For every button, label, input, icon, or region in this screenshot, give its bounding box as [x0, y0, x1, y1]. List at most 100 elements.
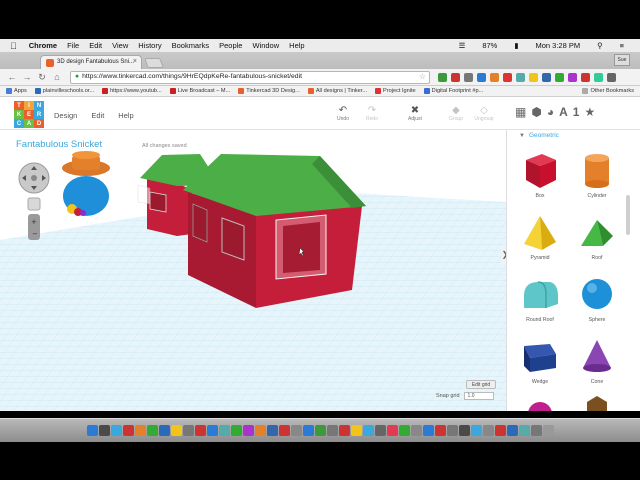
- menu-window[interactable]: Window: [252, 41, 279, 50]
- dock-app-icon[interactable]: [542, 425, 554, 436]
- dock-app-icon[interactable]: [206, 425, 218, 436]
- new-tab-button[interactable]: [144, 58, 164, 68]
- close-tab-icon[interactable]: ×: [133, 58, 137, 65]
- extension-icon[interactable]: [568, 72, 577, 82]
- dock-app-icon[interactable]: [254, 425, 266, 436]
- dock-app-icon[interactable]: [182, 425, 194, 436]
- extension-icon[interactable]: [503, 72, 512, 82]
- nav-edit[interactable]: Edit: [91, 111, 104, 120]
- menu-bookmarks[interactable]: Bookmarks: [172, 41, 210, 50]
- dock-app-icon[interactable]: [146, 425, 158, 436]
- ungroup-button[interactable]: ◇ Ungroup: [471, 105, 497, 122]
- dock-app-icon[interactable]: [482, 425, 494, 436]
- extension-icon[interactable]: [438, 72, 447, 82]
- dock-app-icon[interactable]: [194, 425, 206, 436]
- bookmark-item[interactable]: plainvilleschools.or...: [34, 88, 94, 94]
- dock-app-icon[interactable]: [530, 425, 542, 436]
- home-icon[interactable]: ⌂: [51, 72, 63, 82]
- design-title[interactable]: Fantabulous Snicket: [16, 139, 102, 150]
- number-one-icon[interactable]: 1: [573, 105, 580, 119]
- dock-app-icon[interactable]: [134, 425, 146, 436]
- orbit-control[interactable]: [18, 162, 50, 194]
- menu-edit[interactable]: Edit: [89, 41, 102, 50]
- search-icon[interactable]: ⚲: [597, 41, 603, 50]
- grid-view-icon[interactable]: ▦: [515, 105, 526, 119]
- dock-app-icon[interactable]: [398, 425, 410, 436]
- home-view-button[interactable]: [27, 197, 41, 211]
- battery-icon[interactable]: ▮: [514, 41, 518, 50]
- workspace-canvas[interactable]: + − Fantabulous Snicket All changes save…: [0, 130, 506, 411]
- dock-app-icon[interactable]: [422, 425, 434, 436]
- edit-grid-button[interactable]: Edit grid: [466, 380, 496, 389]
- dock-app-icon[interactable]: [434, 425, 446, 436]
- shape-cone[interactable]: Cone: [572, 336, 622, 385]
- dock-app-icon[interactable]: [278, 425, 290, 436]
- extension-icon[interactable]: [581, 72, 590, 82]
- dock-app-icon[interactable]: [470, 425, 482, 436]
- dock-app-icon[interactable]: [518, 425, 530, 436]
- battery-percent[interactable]: 87%: [482, 41, 497, 50]
- star-icon[interactable]: ★: [584, 105, 595, 119]
- dock-app-icon[interactable]: [302, 425, 314, 436]
- bookmark-star-icon[interactable]: ☆: [419, 72, 426, 81]
- extension-icon[interactable]: [464, 72, 473, 82]
- house-front[interactable]: [183, 154, 366, 308]
- shape-round-roof[interactable]: Round Roof: [515, 274, 565, 323]
- back-icon[interactable]: ←: [6, 72, 18, 82]
- nav-design[interactable]: Design: [54, 111, 77, 120]
- extension-icon[interactable]: [490, 72, 499, 82]
- menu-history[interactable]: History: [138, 41, 161, 50]
- extension-icon[interactable]: [529, 72, 538, 82]
- shape-sphere[interactable]: Sphere: [572, 274, 622, 323]
- wifi-icon[interactable]: ☰: [459, 41, 466, 50]
- dock-app-icon[interactable]: [314, 425, 326, 436]
- apple-icon[interactable]: : [10, 41, 17, 51]
- profile-button[interactable]: Sue: [614, 54, 630, 66]
- character-figure[interactable]: [62, 151, 110, 216]
- bookmark-item[interactable]: Tinkercad 3D Desig...: [238, 88, 300, 94]
- chrome-menu-icon[interactable]: [607, 72, 616, 82]
- address-bar[interactable]: ● https://www.tinkercad.com/things/9HrEQd…: [70, 70, 430, 84]
- dock-app-icon[interactable]: [374, 425, 386, 436]
- box-view-icon[interactable]: ⬢: [531, 105, 541, 119]
- category-header[interactable]: ▼ Geometric: [519, 132, 559, 139]
- menu-people[interactable]: People: [219, 41, 242, 50]
- dock-app-icon[interactable]: [170, 425, 182, 436]
- bookmark-item[interactable]: Digital Footprint #p...: [423, 88, 483, 94]
- menu-help[interactable]: Help: [289, 41, 304, 50]
- group-button[interactable]: ◆ Group: [443, 105, 469, 122]
- dock-app-icon[interactable]: [122, 425, 134, 436]
- zoom-in-icon[interactable]: +: [31, 218, 37, 226]
- menu-app-name[interactable]: Chrome: [29, 41, 57, 50]
- dock-app-icon[interactable]: [410, 425, 422, 436]
- globe-icon[interactable]: ◕: [547, 105, 554, 119]
- bookmark-item[interactable]: Live Broadcast – M...: [169, 88, 230, 94]
- dock-app-icon[interactable]: [494, 425, 506, 436]
- dock-app-icon[interactable]: [266, 425, 278, 436]
- shape-partial[interactable]: [515, 398, 565, 411]
- snap-grid-select[interactable]: 1.0: [463, 392, 494, 400]
- reload-icon[interactable]: ↻: [36, 72, 48, 83]
- letter-a-icon[interactable]: A: [559, 105, 568, 119]
- dock-app-icon[interactable]: [86, 425, 98, 436]
- dock-app-icon[interactable]: [290, 425, 302, 436]
- dock-app-icon[interactable]: [386, 425, 398, 436]
- sidebar-scrollbar[interactable]: [626, 195, 630, 235]
- shape-roof[interactable]: Roof: [572, 212, 622, 261]
- dock-app-icon[interactable]: [218, 425, 230, 436]
- undo-button[interactable]: ↶ Undo: [330, 105, 356, 122]
- bookmark-item[interactable]: https://www.youtub...: [102, 88, 162, 94]
- dock-app-icon[interactable]: [458, 425, 470, 436]
- dock-app-icon[interactable]: [158, 425, 170, 436]
- forward-icon[interactable]: →: [21, 72, 33, 82]
- clock[interactable]: Mon 3:28 PM: [536, 41, 581, 50]
- browser-tab[interactable]: 3D design Fantabulous Sni... ×: [40, 55, 142, 69]
- shape-wedge[interactable]: Wedge: [515, 336, 565, 385]
- redo-button[interactable]: ↷ Redo: [359, 105, 385, 122]
- adjust-button[interactable]: ✖ Adjust: [402, 105, 428, 122]
- dock-app-icon[interactable]: [338, 425, 350, 436]
- tinkercad-logo[interactable]: TIN KER CAD: [14, 101, 44, 128]
- workplane-scene[interactable]: + −: [0, 130, 506, 411]
- extension-icon[interactable]: [477, 72, 486, 82]
- shape-partial[interactable]: [572, 392, 622, 411]
